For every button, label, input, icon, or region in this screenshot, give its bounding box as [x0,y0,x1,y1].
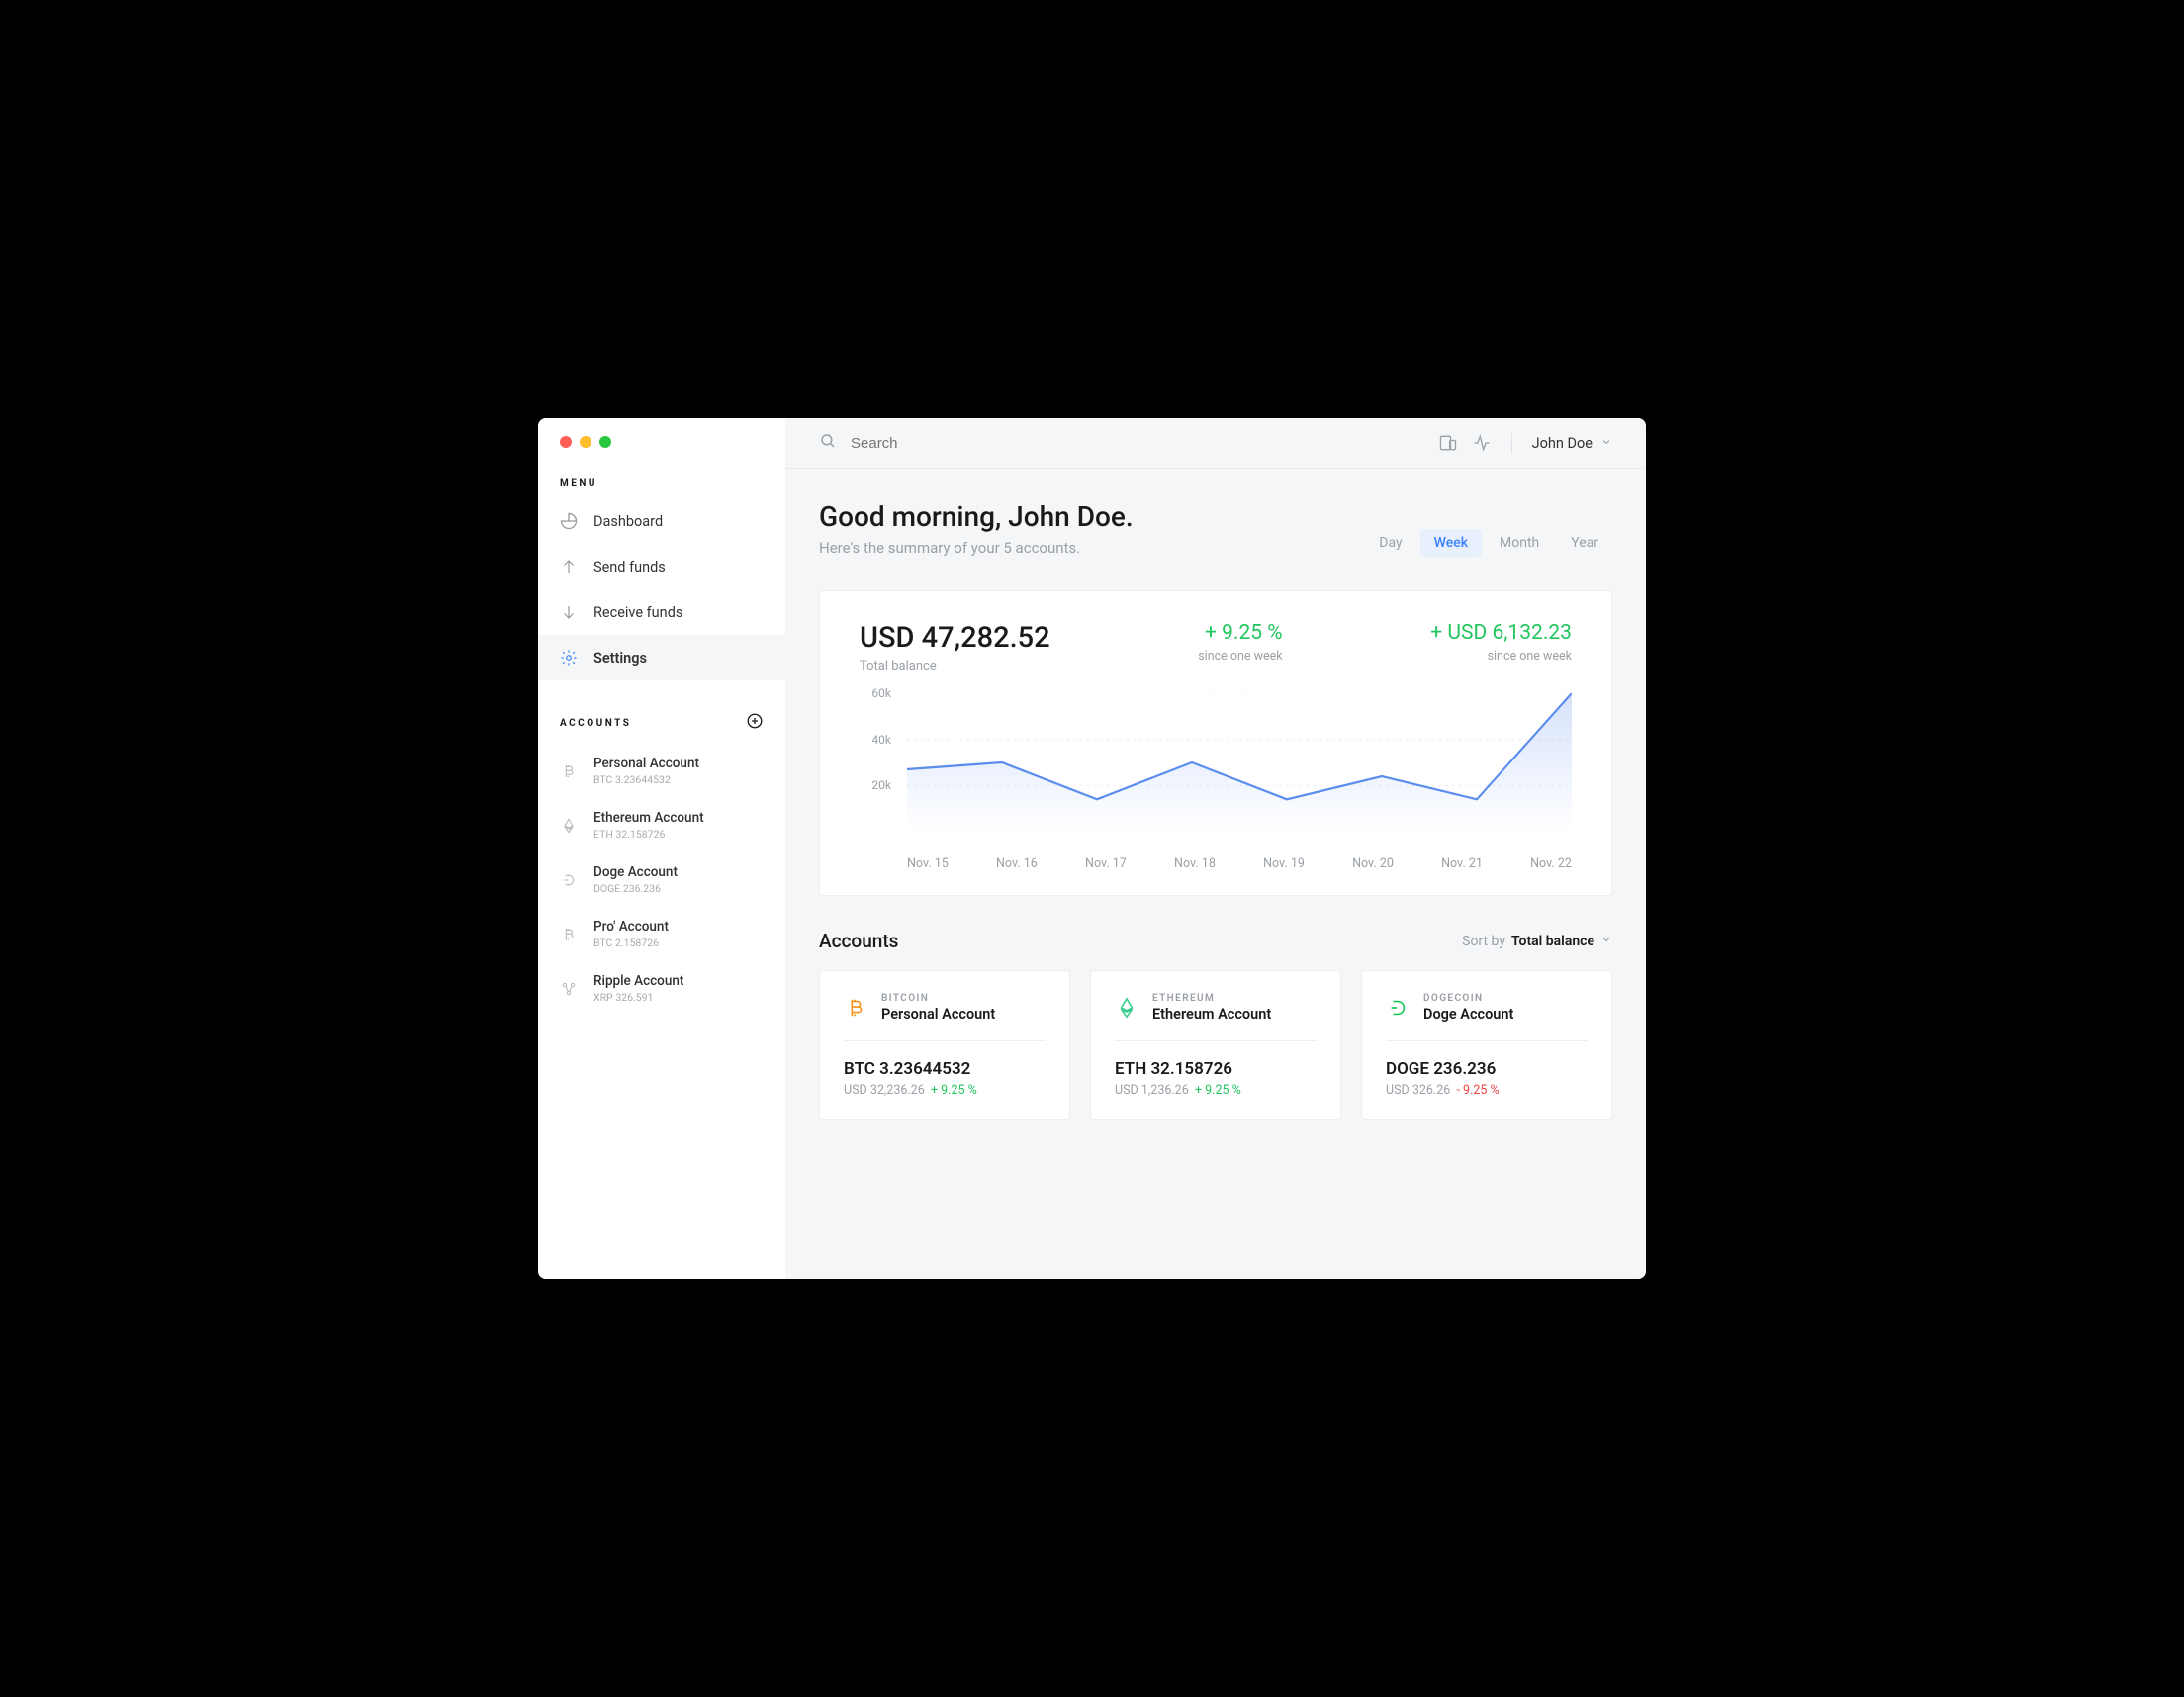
accounts-section-label: ACCOUNTS [560,718,631,729]
search-input[interactable] [851,435,1424,452]
user-menu[interactable]: John Doe [1532,435,1612,452]
activity-icon[interactable] [1472,433,1492,453]
account-card[interactable]: BITCOIN Personal Account BTC 3.23644532 USD… [819,970,1070,1120]
balance-delta-sub: since one week [1430,649,1572,664]
sidebar-item-receive-funds[interactable]: Receive funds [538,589,785,635]
sidebar-item-label: Receive funds [593,604,682,621]
account-name: Ethereum Account [593,810,704,826]
account-card-balance: ETH 32.158726 [1115,1059,1317,1079]
add-account-button[interactable] [746,712,764,734]
sidebar-item-label: Dashboard [593,513,663,530]
sidebar-account-ripple[interactable]: Ripple Account XRP 326.591 [538,961,785,1016]
coin-icon [1386,996,1410,1020]
balance-pct-change: + 9.25 % [1198,621,1282,645]
account-sub: ETH 32.158726 [593,828,704,841]
bitcoin-icon [560,926,578,943]
window-controls [538,436,785,464]
chart-x-tick: Nov. 22 [1530,856,1572,871]
sort-by-dropdown[interactable]: Sort by Total balance [1462,934,1612,949]
devices-icon[interactable] [1438,433,1458,453]
account-card-sub: USD 326.26 - 9.25 % [1386,1083,1588,1098]
account-name: Ripple Account [593,973,683,989]
chart-x-tick: Nov. 15 [907,856,949,871]
pie-chart-icon [560,512,578,530]
arrow-down-icon [560,603,578,621]
account-card-name: Ethereum Account [1152,1006,1271,1023]
chevron-down-icon [1600,934,1612,949]
coin-label: BITCOIN [881,993,995,1004]
chart-x-tick: Nov. 16 [996,856,1038,871]
sidebar: MENU Dashboard Send funds Receive funds … [538,418,785,1279]
chart-x-tick: Nov. 18 [1174,856,1216,871]
coin-label: ETHEREUM [1152,993,1271,1004]
coin-icon [844,996,867,1020]
chart-x-tick: Nov. 17 [1085,856,1127,871]
chart-x-tick: Nov. 19 [1263,856,1305,871]
total-balance-label: Total balance [860,659,1050,673]
account-sub: BTC 3.23644532 [593,773,699,786]
account-card-sub: USD 1,236.26 + 9.25 % [1115,1083,1317,1098]
time-range-tabs: Day Week Month Year [1365,529,1612,557]
sidebar-item-dashboard[interactable]: Dashboard [538,498,785,544]
minimize-window-icon[interactable] [580,436,592,448]
gear-icon [560,649,578,667]
account-card[interactable]: DOGECOIN Doge Account DOGE 236.236 USD 326.… [1361,970,1612,1120]
account-card-balance: BTC 3.23644532 [844,1059,1046,1079]
topbar: John Doe [785,418,1646,469]
sidebar-item-send-funds[interactable]: Send funds [538,544,785,589]
sidebar-account-doge[interactable]: Doge Account DOGE 236.236 [538,852,785,907]
sidebar-account-pro[interactable]: Pro' Account BTC 2.158726 [538,907,785,961]
range-tab-week[interactable]: Week [1420,529,1482,557]
chart-y-tick: 20k [871,778,891,792]
search-icon [819,432,837,454]
ethereum-icon [560,817,578,835]
sidebar-account-personal[interactable]: Personal Account BTC 3.23644532 [538,744,785,798]
bitcoin-icon [560,762,578,780]
chart-y-tick: 60k [871,686,891,700]
total-balance-amount: USD 47,282.52 [860,621,1050,655]
coin-icon [1115,996,1138,1020]
greeting-subtitle: Here's the summary of your 5 accounts. [819,539,1134,557]
account-sub: DOGE 236.236 [593,882,678,895]
ripple-icon [560,980,578,998]
account-name: Personal Account [593,756,699,771]
chart-y-tick: 40k [871,733,891,747]
chevron-down-icon [1600,435,1612,452]
menu-section-label: MENU [538,464,785,498]
range-tab-year[interactable]: Year [1557,529,1612,557]
sidebar-item-label: Send funds [593,559,666,576]
accounts-section-title: Accounts [819,930,898,952]
close-window-icon[interactable] [560,436,572,448]
arrow-up-icon [560,558,578,576]
account-sub: BTC 2.158726 [593,937,669,949]
greeting-title: Good morning, John Doe. [819,500,1134,533]
account-card-name: Personal Account [881,1006,995,1023]
account-name: Pro' Account [593,919,669,935]
sidebar-item-settings[interactable]: Settings [538,635,785,680]
sidebar-item-label: Settings [593,650,647,667]
maximize-window-icon[interactable] [599,436,611,448]
dogecoin-icon [560,871,578,889]
account-card[interactable]: ETHEREUM Ethereum Account ETH 32.158726 USD… [1090,970,1341,1120]
sort-by-label: Sort by [1462,934,1505,949]
balance-chart: 60k40k20k [860,693,1572,871]
balance-delta: + USD 6,132.23 [1430,621,1572,645]
sidebar-account-ethereum[interactable]: Ethereum Account ETH 32.158726 [538,798,785,852]
user-name: John Doe [1532,435,1592,452]
account-card-balance: DOGE 236.236 [1386,1059,1588,1079]
chart-x-tick: Nov. 21 [1441,856,1483,871]
balance-pct-sub: since one week [1198,649,1282,664]
range-tab-month[interactable]: Month [1486,529,1553,557]
range-tab-day[interactable]: Day [1365,529,1415,557]
coin-label: DOGECOIN [1423,993,1513,1004]
account-card-name: Doge Account [1423,1006,1513,1023]
sort-by-value: Total balance [1511,934,1594,949]
main-content: John Doe Good morning, John Doe. Here's … [785,418,1646,1279]
account-sub: XRP 326.591 [593,991,683,1004]
divider [1511,433,1512,453]
account-card-sub: USD 32,236.26 + 9.25 % [844,1083,1046,1098]
chart-x-tick: Nov. 20 [1352,856,1394,871]
balance-card: USD 47,282.52 Total balance + 9.25 % sin… [819,590,1612,896]
account-name: Doge Account [593,864,678,880]
